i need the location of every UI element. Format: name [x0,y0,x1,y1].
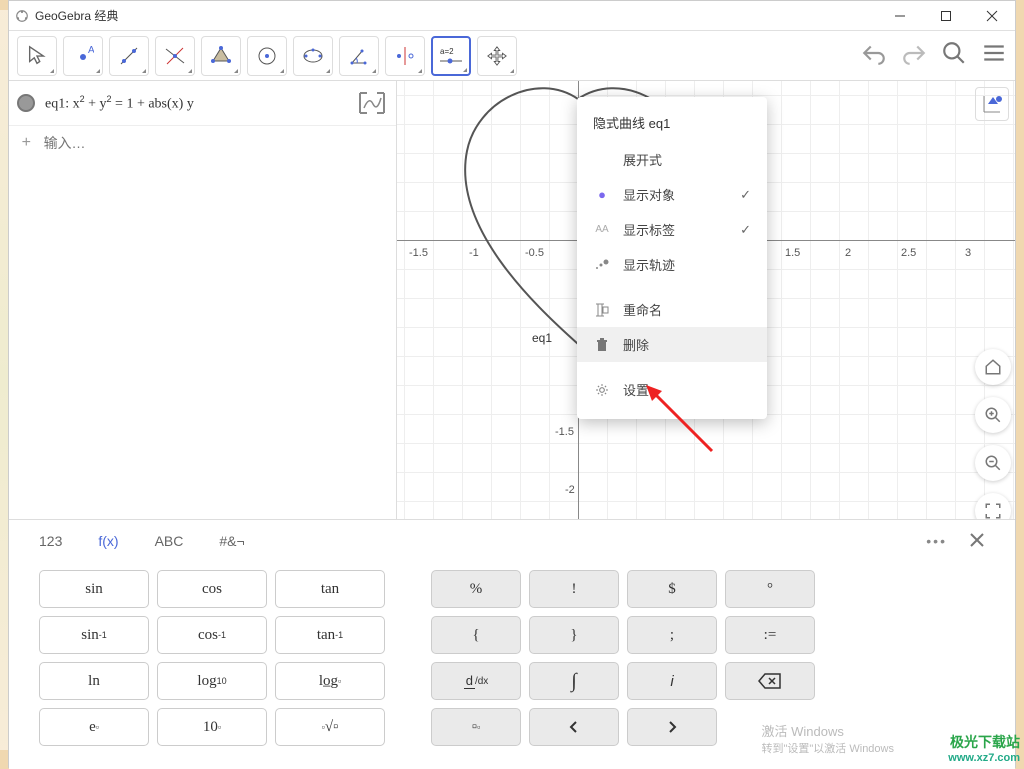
site-watermark: 极光下载站 www.xz7.com [948,732,1020,764]
tool-circle[interactable] [247,36,287,76]
key-atan[interactable]: tan-1 [275,616,385,654]
key-rbrace[interactable]: } [529,616,619,654]
minimize-button[interactable] [877,1,923,31]
tool-slider[interactable]: a=2 [431,36,471,76]
key-semicolon[interactable]: ; [627,616,717,654]
fullscreen-button[interactable] [975,493,1011,519]
zoom-in-button[interactable] [975,397,1011,433]
key-log10[interactable]: log10 [157,662,267,700]
context-menu-item-delete[interactable]: 删除 [577,327,767,362]
key-degree[interactable]: ° [725,570,815,608]
algebra-item-eq1[interactable]: eq1: x2 + y2 = 1 + abs(x) y [9,81,396,126]
symbolic-toggle-icon[interactable] [356,87,388,119]
kb-tab-fx[interactable]: f(x) [98,533,118,549]
key-logb[interactable]: lo̲g▫ [275,662,385,700]
algebra-input[interactable] [44,135,388,151]
tool-conic[interactable] [293,36,333,76]
tool-angle[interactable] [339,36,379,76]
key-asin[interactable]: sin-1 [39,616,149,654]
context-menu-item-rename[interactable]: 重命名 [577,292,767,327]
maximize-button[interactable] [923,1,969,31]
window-title: GeoGebra 经典 [35,7,877,24]
key-sin[interactable]: sin [39,570,149,608]
dot-icon: ● [593,187,611,202]
key-nroot[interactable]: ▫√▫ [275,708,385,746]
context-menu-item-expand[interactable]: 展开式 [577,142,767,177]
key-right[interactable] [627,708,717,746]
zoom-out-button[interactable] [975,445,1011,481]
context-menu-title: 隐式曲线 eq1 [577,109,767,142]
svg-text:a=2: a=2 [440,47,454,56]
key-10pow[interactable]: 10▫ [157,708,267,746]
tool-move[interactable] [17,36,57,76]
key-epow[interactable]: e▫ [39,708,149,746]
key-ln[interactable]: ln [39,662,149,700]
key-dollar[interactable]: $ [627,570,717,608]
kb-more-button[interactable]: ••• [926,533,947,549]
key-integral[interactable]: ∫ [529,662,619,700]
context-menu-item-trace[interactable]: 显示轨迹 [577,247,767,282]
algebra-input-row[interactable]: + [9,126,396,160]
kb-close-button[interactable] [969,532,985,551]
rename-icon [593,303,611,317]
gear-icon [593,383,611,397]
equation-expression: eq1: x2 + y2 = 1 + abs(x) y [45,94,352,113]
tool-segment[interactable] [155,36,195,76]
key-assign[interactable]: := [725,616,815,654]
key-backspace[interactable] [725,662,815,700]
trace-icon [593,259,611,271]
app-window: GeoGebra 经典 A a=2 eq1: x2 + [8,0,1016,768]
check-icon: ✓ [740,222,751,238]
undo-button[interactable] [861,40,887,71]
close-button[interactable] [969,1,1015,31]
redo-button[interactable] [901,40,927,71]
key-acos[interactable]: cos-1 [157,616,267,654]
check-icon: ✓ [740,187,751,203]
tool-line[interactable] [109,36,149,76]
kb-tab-123[interactable]: 123 [39,533,62,549]
algebra-view: eq1: x2 + y2 = 1 + abs(x) y + [9,81,397,519]
key-factorial[interactable]: ! [529,570,619,608]
curve-label: eq1 [532,331,552,345]
key-tan[interactable]: tan [275,570,385,608]
visibility-toggle[interactable] [17,94,35,112]
context-menu-item-settings[interactable]: 设置 [577,372,767,407]
plus-icon: + [17,134,36,152]
search-button[interactable] [941,40,967,71]
graphics-style-button[interactable] [975,87,1009,121]
kb-tab-sym[interactable]: #&¬ [219,533,244,549]
text-aa-icon: AA [593,224,611,235]
key-i[interactable]: i [627,662,717,700]
svg-text:A: A [88,45,94,56]
context-menu-item-show-label[interactable]: AA显示标签 ✓ [577,212,767,247]
titlebar: GeoGebra 经典 [9,1,1015,31]
kb-tab-abc[interactable]: ABC [155,533,184,549]
key-left[interactable] [529,708,619,746]
graphics-view[interactable]: -1.5 -1 -0.5 1.5 2 2.5 3 -1.5 -2 eq1 隐式曲… [397,81,1015,519]
key-cos[interactable]: cos [157,570,267,608]
menu-button[interactable] [981,40,1007,71]
tool-polygon[interactable] [201,36,241,76]
key-derivative[interactable]: d/dx [431,662,521,700]
app-icon [15,9,29,23]
tool-point[interactable]: A [63,36,103,76]
context-menu-item-show-object[interactable]: ●显示对象 ✓ [577,177,767,212]
key-subscript[interactable]: ▫▫ [431,708,521,746]
home-button[interactable] [975,349,1011,385]
key-percent[interactable]: % [431,570,521,608]
trash-icon [593,338,611,352]
tool-move-view[interactable] [477,36,517,76]
virtual-keyboard: 123 f(x) ABC #&¬ ••• sin cos tan % ! $ °… [9,519,1015,769]
key-lbrace[interactable]: { [431,616,521,654]
toolbar: A a=2 [9,31,1015,81]
context-menu: 隐式曲线 eq1 展开式 ●显示对象 ✓ AA显示标签 ✓ 显示轨迹 重命名 [577,97,767,419]
tool-transform[interactable] [385,36,425,76]
